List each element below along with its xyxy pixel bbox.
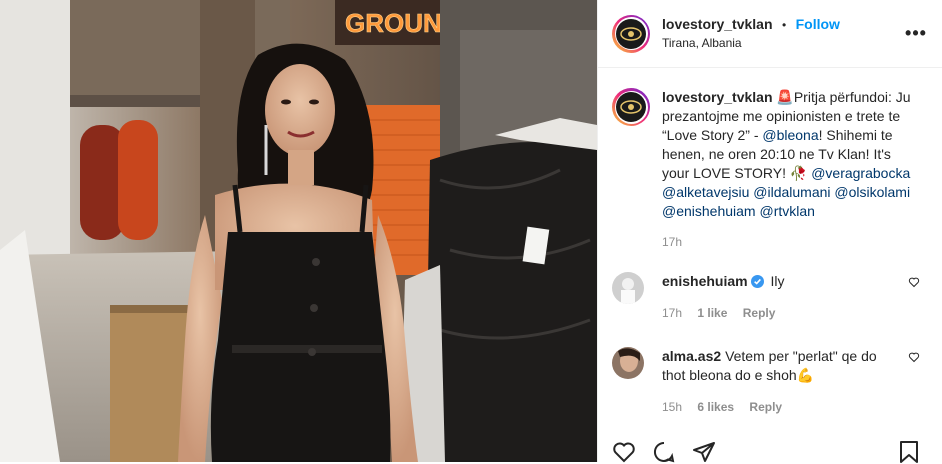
post-photo[interactable]: GROUND [0,0,597,462]
commenter-avatar[interactable] [612,347,644,379]
comment-icon[interactable] [652,440,676,464]
separator-dot: • [781,18,787,32]
more-icon[interactable]: ••• [904,23,928,44]
author-username[interactable]: lovestory_tvklan [662,16,773,32]
follow-button[interactable]: Follow [796,16,840,32]
save-icon[interactable] [898,440,920,464]
rose-emoji: 🥀 [789,165,808,181]
post-caption: lovestory_tvklan 🚨Pritja përfundoi: Ju p… [598,68,942,252]
tvklan-logo-icon [620,100,642,114]
mention-link[interactable]: @ildalumani [753,184,830,200]
comment-likes[interactable]: 6 likes [697,400,734,414]
mention-link[interactable]: @veragrabocka [811,165,910,181]
siren-emoji: 🚨 [776,89,794,105]
mention-link[interactable]: @alketavejsiu [662,184,749,200]
comment-text: Ily [770,273,785,289]
instagram-post-view: GROUND lovestory_tvklan • Follow Tirana,… [0,0,942,464]
heart-icon[interactable] [612,440,636,464]
comment-timestamp[interactable]: 17h [662,306,682,320]
post-header: lovestory_tvklan • Follow Tirana, Albani… [598,0,942,68]
commenter-avatar[interactable] [612,272,644,304]
share-icon[interactable] [692,440,716,464]
comment-username[interactable]: alma.as2 [662,348,721,364]
post-location[interactable]: Tirana, Albania [662,34,904,52]
comment-timestamp[interactable]: 15h [662,400,682,414]
caption-timestamp[interactable]: 17h [662,233,918,252]
action-bar [612,440,716,464]
like-comment-icon[interactable] [908,276,920,288]
author-avatar[interactable] [612,14,650,53]
comment-username[interactable]: enishehuiam [662,273,748,289]
mention-link[interactable]: @olsikolami [834,184,910,200]
reply-button[interactable]: Reply [749,400,782,414]
mention-link[interactable]: @enishehuiam [662,203,756,219]
tvklan-logo-icon [620,26,642,41]
comment-item: enishehuiam Ily 17h 1 like Reply [598,272,942,323]
mention-link[interactable]: @rtvklan [760,203,815,219]
verified-icon [750,275,764,288]
caption-avatar[interactable] [612,88,650,126]
comment-item: alma.as2 Vetem per "perlat" qe do thot b… [598,347,942,417]
comment-likes[interactable]: 1 like [697,306,727,320]
muscle-emoji: 💪 [796,367,815,383]
mention-link[interactable]: @bleona [762,127,818,143]
like-comment-icon[interactable] [908,351,920,363]
post-details-panel: lovestory_tvklan • Follow Tirana, Albani… [597,0,942,464]
caption-username[interactable]: lovestory_tvklan [662,89,773,105]
reply-button[interactable]: Reply [743,306,776,320]
